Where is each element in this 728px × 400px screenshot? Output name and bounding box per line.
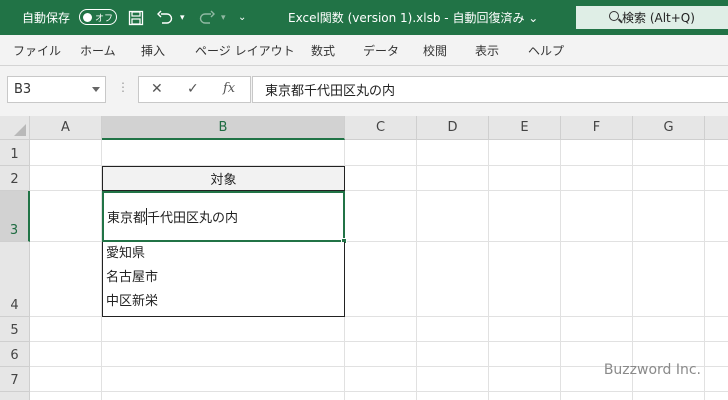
ribbon-tabs: ファイル ホーム 挿入 ページ レイアウト 数式 データ 校閲 表示 ヘルプ bbox=[0, 35, 728, 66]
name-box-dropdown-icon[interactable] bbox=[92, 87, 100, 92]
formula-buttons: ✕ ✓ fx bbox=[138, 76, 251, 103]
formula-input[interactable]: 東京都千代田区丸の内 bbox=[252, 76, 728, 103]
tab-page-layout[interactable]: ページ レイアウト bbox=[195, 35, 295, 66]
tab-view[interactable]: 表示 bbox=[475, 35, 499, 66]
name-box[interactable]: B3 bbox=[7, 76, 106, 103]
tab-help[interactable]: ヘルプ bbox=[528, 35, 564, 66]
redo-icon[interactable] bbox=[198, 0, 216, 35]
cell-b2[interactable]: 対象 bbox=[102, 166, 345, 191]
insert-function-icon[interactable]: fx bbox=[223, 81, 235, 96]
cell-b4[interactable]: 愛知県 名古屋市 中区新栄 bbox=[102, 242, 345, 317]
column-header-b[interactable]: B bbox=[102, 116, 345, 140]
gridline bbox=[560, 140, 561, 400]
tab-formulas[interactable]: 数式 bbox=[311, 35, 335, 66]
save-icon[interactable] bbox=[128, 0, 144, 35]
undo-icon[interactable] bbox=[156, 0, 174, 35]
redo-dropdown-icon[interactable]: ▾ bbox=[221, 0, 226, 35]
cell-b4-line-1: 愛知県 bbox=[106, 246, 146, 261]
customize-qat-icon[interactable]: ⌄ bbox=[238, 0, 246, 35]
autosave-state: オフ bbox=[95, 13, 114, 24]
row-header-2[interactable]: 2 bbox=[0, 166, 30, 191]
row-header-8[interactable] bbox=[0, 392, 30, 400]
search-icon bbox=[609, 11, 619, 21]
column-header-d[interactable]: D bbox=[417, 116, 489, 140]
row-header-4[interactable]: 4 bbox=[0, 242, 30, 317]
column-header-f[interactable]: F bbox=[561, 116, 633, 140]
gridline bbox=[30, 341, 728, 342]
tab-file[interactable]: ファイル bbox=[13, 35, 61, 66]
row-header-1[interactable]: 1 bbox=[0, 140, 30, 166]
tab-review[interactable]: 校閲 bbox=[423, 35, 447, 66]
autosave-label: 自動保存 bbox=[22, 11, 71, 25]
column-header-e[interactable]: E bbox=[489, 116, 561, 140]
gridline bbox=[704, 140, 705, 400]
title-bar: 自動保存 オフ ▾ ▾ ⌄ Excel関数 (version 1).xlsb -… bbox=[0, 0, 728, 35]
column-header-g[interactable]: G bbox=[633, 116, 705, 140]
row-header-5[interactable]: 5 bbox=[0, 317, 30, 342]
column-header-c[interactable]: C bbox=[345, 116, 417, 140]
enter-icon[interactable]: ✓ bbox=[187, 81, 199, 97]
search-label: 検索 (Alt+Q) bbox=[622, 11, 695, 25]
cell-b3-text-before-caret: 東京都 bbox=[107, 211, 147, 226]
gridline bbox=[488, 140, 489, 400]
more-options-icon[interactable]: ⋮ bbox=[117, 80, 129, 94]
gridline bbox=[416, 140, 417, 400]
row-header-3[interactable]: 3 bbox=[0, 191, 30, 242]
name-box-value: B3 bbox=[14, 82, 32, 97]
tab-home[interactable]: ホーム bbox=[80, 35, 116, 66]
formula-bar: B3 ⋮ ✕ ✓ fx 東京都千代田区丸の内 bbox=[0, 66, 728, 116]
document-title[interactable]: Excel関数 (version 1).xlsb - 自動回復済み ⌄ bbox=[288, 0, 538, 35]
watermark: Buzzword Inc. bbox=[603, 362, 701, 378]
worksheet-grid[interactable]: A B C D E F G 1 2 3 4 5 6 7 対象 東京都 千代田区丸の… bbox=[0, 116, 728, 400]
tab-insert[interactable]: 挿入 bbox=[141, 35, 165, 66]
row-header-6[interactable]: 6 bbox=[0, 342, 30, 367]
cancel-icon[interactable]: ✕ bbox=[151, 81, 163, 97]
column-header-h[interactable] bbox=[705, 116, 728, 140]
cell-b3-editing[interactable]: 東京都 千代田区丸の内 bbox=[102, 191, 345, 242]
autosave-toggle[interactable]: オフ bbox=[79, 9, 117, 25]
undo-dropdown-icon[interactable]: ▾ bbox=[180, 0, 185, 35]
select-all-button[interactable] bbox=[0, 116, 30, 140]
gridline bbox=[632, 140, 633, 400]
cell-b3-text-after-caret: 千代田区丸の内 bbox=[147, 211, 239, 226]
cell-b4-line-2: 名古屋市 bbox=[106, 270, 159, 285]
row-header-7[interactable]: 7 bbox=[0, 367, 30, 392]
toggle-knob bbox=[83, 12, 92, 22]
search-box[interactable]: 検索 (Alt+Q) bbox=[576, 6, 728, 29]
tab-data[interactable]: データ bbox=[363, 35, 399, 66]
gridline bbox=[30, 391, 728, 392]
cell-b4-line-3: 中区新栄 bbox=[106, 294, 159, 309]
column-header-a[interactable]: A bbox=[30, 116, 102, 140]
